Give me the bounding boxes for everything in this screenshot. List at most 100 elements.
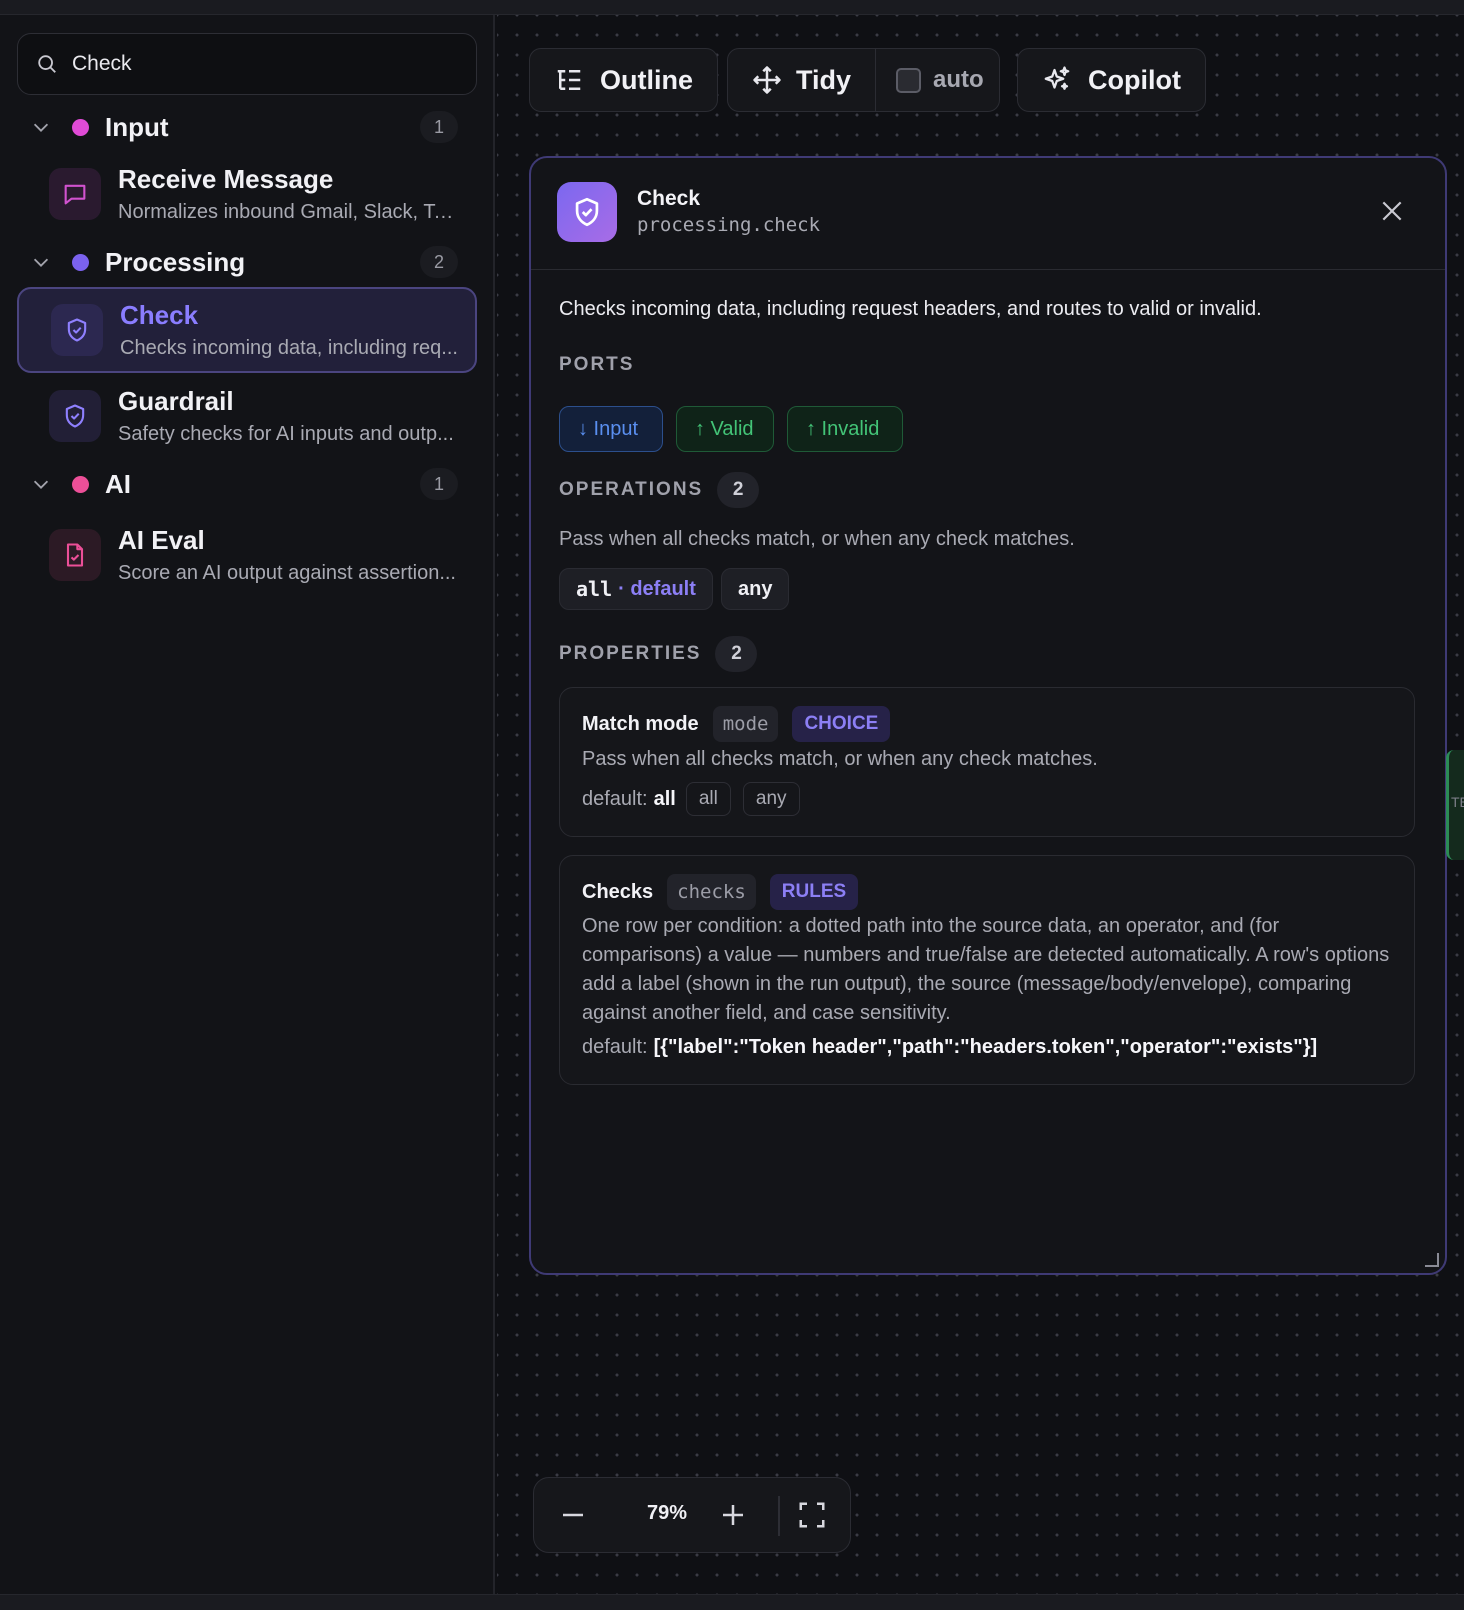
zoom-separator bbox=[778, 1496, 780, 1536]
tidy-button[interactable]: Tidy bbox=[728, 49, 877, 111]
property-default: default: [{"label":"Token header","path"… bbox=[582, 1036, 1317, 1059]
panel-header: Check processing.check bbox=[531, 158, 1445, 270]
item-text: Check Checks incoming data, including re… bbox=[120, 300, 460, 360]
move-arrows-icon bbox=[753, 66, 781, 94]
property-description: Pass when all checks match, or when any … bbox=[582, 748, 1098, 770]
item-description: Checks incoming data, including req... bbox=[120, 337, 458, 359]
group-color-dot bbox=[72, 118, 89, 136]
item-icon-box bbox=[51, 304, 103, 356]
zoom-controls: 79% bbox=[533, 1477, 851, 1553]
port-valid[interactable]: ↑ Valid bbox=[676, 406, 774, 452]
property-name: Checks bbox=[582, 880, 654, 903]
tidy-group: Tidy auto bbox=[727, 48, 1000, 112]
group-input[interactable]: Input 1 bbox=[30, 107, 470, 147]
offscreen-node-edge[interactable]: TE bbox=[1446, 750, 1464, 860]
panel-node-icon bbox=[557, 182, 617, 242]
shield-check-icon bbox=[575, 197, 599, 227]
item-description: Safety checks for AI inputs and outp... bbox=[118, 423, 454, 445]
chevron-down-icon[interactable] bbox=[30, 116, 52, 138]
group-color-dot bbox=[72, 475, 89, 493]
port-input[interactable]: ↓ Input bbox=[559, 406, 663, 452]
group-name: Input bbox=[105, 111, 169, 142]
item-icon-box bbox=[49, 168, 101, 220]
chevron-down-icon[interactable] bbox=[30, 473, 52, 495]
properties-count: 2 bbox=[715, 636, 758, 672]
outline-button[interactable]: Outline bbox=[529, 48, 718, 112]
group-processing[interactable]: Processing 2 bbox=[30, 242, 470, 282]
group-count: 1 bbox=[420, 468, 458, 500]
property-default: default: all all any bbox=[582, 782, 800, 816]
property-key: mode bbox=[712, 706, 779, 742]
item-icon-box bbox=[49, 390, 101, 442]
library-item-guardrail[interactable]: Guardrail Safety checks for AI inputs an… bbox=[17, 373, 477, 459]
item-text: AI Eval Score an AI output against asser… bbox=[118, 525, 458, 585]
window-top-bar bbox=[0, 0, 1464, 15]
option-all[interactable]: all bbox=[685, 782, 731, 816]
chevron-down-icon[interactable] bbox=[30, 251, 52, 273]
shield-check-icon bbox=[65, 404, 85, 428]
properties-title: PROPERTIES bbox=[559, 643, 702, 664]
operations-description: Pass when all checks match, or when any … bbox=[559, 528, 1075, 550]
library-item-check[interactable]: Check Checks incoming data, including re… bbox=[17, 287, 477, 373]
node-library-sidebar: Check Input 1 Receive Message Normalizes… bbox=[0, 15, 495, 1594]
ports-title: PORTS bbox=[559, 354, 635, 375]
properties-section-header: PROPERTIES 2 bbox=[559, 636, 758, 672]
operation-all-button[interactable]: all · default bbox=[559, 568, 713, 610]
zoom-level: 79% bbox=[646, 1502, 688, 1524]
search-box[interactable]: Check bbox=[17, 33, 477, 95]
item-text: Receive Message Normalizes inbound Gmail… bbox=[118, 164, 458, 224]
search-icon bbox=[38, 55, 56, 73]
window-bottom-bar bbox=[0, 1594, 1464, 1610]
library-item-ai-eval[interactable]: AI Eval Score an AI output against asser… bbox=[17, 512, 477, 598]
item-description: Normalizes inbound Gmail, Slack, Tel... bbox=[118, 201, 458, 223]
zoom-out-icon[interactable] bbox=[558, 1500, 588, 1530]
copilot-button[interactable]: Copilot bbox=[1017, 48, 1206, 112]
item-description: Score an AI output against assertion... bbox=[118, 562, 456, 584]
item-title: Guardrail bbox=[118, 386, 234, 416]
port-invalid[interactable]: ↑ Invalid bbox=[787, 406, 903, 452]
close-icon[interactable] bbox=[1379, 198, 1405, 224]
copilot-label: Copilot bbox=[1088, 64, 1181, 95]
item-title: Check bbox=[120, 300, 199, 330]
property-header: Checks checks RULES bbox=[582, 874, 859, 910]
group-color-dot bbox=[72, 253, 89, 271]
operation-all-label: all bbox=[576, 577, 613, 601]
auto-toggle[interactable]: auto bbox=[876, 66, 984, 94]
node-detail-panel: Check processing.check Checks incoming d… bbox=[529, 156, 1447, 1275]
operations-count: 2 bbox=[717, 472, 760, 508]
property-name: Match mode bbox=[582, 712, 699, 735]
zoom-in-icon[interactable] bbox=[718, 1500, 748, 1530]
operations-section-header: OPERATIONS 2 bbox=[559, 472, 760, 508]
item-title: Receive Message bbox=[118, 164, 334, 194]
panel-title: Check bbox=[637, 187, 701, 210]
group-name: AI bbox=[105, 468, 131, 499]
default-label: default: bbox=[582, 787, 648, 810]
panel-description: Checks incoming data, including request … bbox=[559, 298, 1262, 320]
property-type-badge: RULES bbox=[769, 874, 859, 910]
ports-section-header: PORTS bbox=[559, 354, 634, 376]
property-card-checks: Checks checks RULES One row per conditio… bbox=[559, 855, 1415, 1085]
outline-label: Outline bbox=[600, 64, 693, 95]
tidy-label: Tidy bbox=[796, 64, 852, 95]
search-input[interactable]: Check bbox=[72, 52, 132, 76]
operation-any-label: any bbox=[738, 577, 773, 600]
group-ai[interactable]: AI 1 bbox=[30, 464, 470, 504]
offscreen-node-label: TE bbox=[1451, 794, 1464, 810]
option-any[interactable]: any bbox=[742, 782, 800, 816]
property-key: checks bbox=[667, 874, 756, 910]
outline-list-icon bbox=[557, 70, 581, 90]
resize-handle[interactable] bbox=[1425, 1253, 1439, 1267]
library-item-receive-message[interactable]: Receive Message Normalizes inbound Gmail… bbox=[17, 151, 477, 237]
message-square-icon bbox=[64, 184, 86, 205]
fullscreen-icon[interactable] bbox=[797, 1500, 827, 1530]
property-description: One row per condition: a dotted path int… bbox=[582, 915, 1390, 1024]
operations-title: OPERATIONS bbox=[559, 479, 704, 500]
auto-label: auto bbox=[933, 66, 984, 93]
operation-any-button[interactable]: any bbox=[721, 568, 790, 610]
default-value: [{"label":"Token header","path":"headers… bbox=[653, 1036, 1318, 1058]
item-icon-box bbox=[49, 529, 101, 581]
property-card-match-mode: Match mode mode CHOICE Pass when all che… bbox=[559, 687, 1415, 837]
group-count: 2 bbox=[420, 246, 458, 278]
auto-checkbox[interactable] bbox=[896, 67, 922, 93]
sparkles-icon bbox=[1044, 66, 1070, 90]
